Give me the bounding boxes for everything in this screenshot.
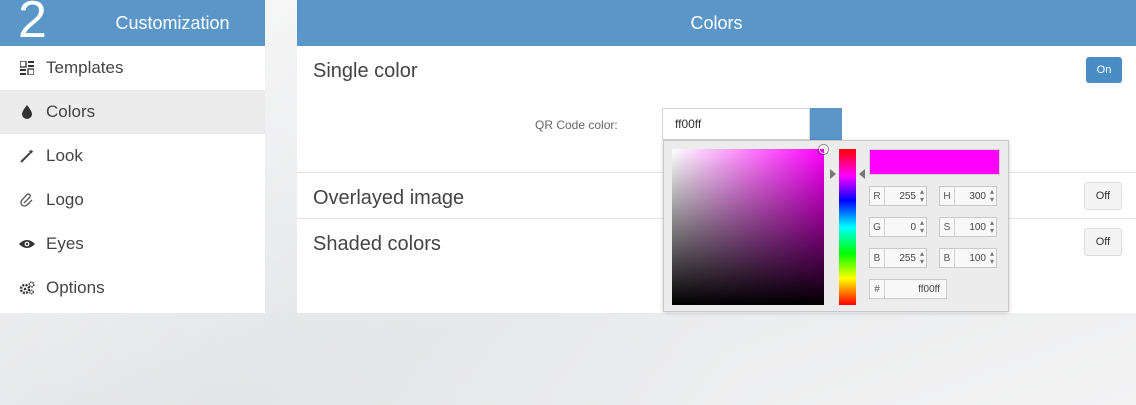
- green-stepper-icon[interactable]: ▴ ▾: [918, 219, 926, 235]
- shaded-colors-toggle[interactable]: Off: [1084, 228, 1122, 256]
- new-color-preview: [869, 149, 1000, 175]
- sv-handle[interactable]: [819, 145, 828, 154]
- saturation-stepper-icon[interactable]: ▴ ▾: [988, 219, 996, 235]
- hue-arrow-left-icon: [830, 169, 836, 179]
- sidebar-item-templates[interactable]: Templates: [0, 46, 265, 90]
- eye-icon: [18, 239, 36, 249]
- panel-header: Colors: [297, 0, 1136, 46]
- green-value: 0: [910, 221, 916, 233]
- brightness-label: B: [940, 249, 955, 267]
- hue-arrow-right-icon: [859, 169, 865, 179]
- hue-slider[interactable]: [839, 149, 856, 305]
- sidebar-item-label: Look: [46, 146, 83, 165]
- panel-title: Colors: [690, 12, 743, 33]
- red-value: 255: [899, 190, 916, 202]
- section-title-overlayed-image: Overlayed image: [313, 187, 465, 209]
- hex-label: #: [870, 280, 885, 298]
- paperclip-icon: [18, 193, 36, 207]
- sidebar-item-label: Options: [46, 278, 105, 297]
- blue-value: 255: [899, 252, 916, 264]
- droplet-icon: [18, 105, 36, 119]
- blue-stepper-icon[interactable]: ▴ ▾: [918, 250, 926, 266]
- gears-icon: [18, 281, 36, 295]
- sidebar-item-label: Templates: [46, 58, 124, 77]
- magic-wand-icon: [18, 148, 36, 164]
- brightness-stepper-icon[interactable]: ▴ ▾: [988, 250, 996, 266]
- sidebar-header: 2 Customization: [0, 0, 265, 46]
- blue-field[interactable]: B 255 ▴ ▾: [869, 248, 927, 268]
- hex-value: ff00ff: [918, 283, 940, 295]
- green-field[interactable]: G 0 ▴ ▾: [869, 217, 927, 237]
- hex-field[interactable]: # ff00ff: [869, 279, 947, 299]
- section-title-single-color: Single color: [313, 60, 418, 82]
- sidebar-item-eyes[interactable]: Eyes: [0, 222, 265, 266]
- red-field[interactable]: R 255 ▴ ▾: [869, 186, 927, 206]
- sidebar-item-label: Colors: [46, 102, 96, 121]
- hue-field[interactable]: H 300 ▴ ▾: [939, 186, 997, 206]
- sidebar-item-options[interactable]: Options: [0, 266, 265, 310]
- blue-label: B: [870, 249, 885, 267]
- sidebar-title: Customization: [115, 13, 230, 33]
- brightness-field[interactable]: B 100 ▴ ▾: [939, 248, 997, 268]
- sidebar-item-label: Logo: [46, 190, 84, 209]
- templates-grid-icon: [18, 61, 36, 75]
- saturation-field[interactable]: S 100 ▴ ▾: [939, 217, 997, 237]
- customization-sidebar: 2 Customization Templates Colors Look Lo…: [0, 0, 265, 313]
- qr-color-input[interactable]: ff00ff: [662, 108, 810, 140]
- sidebar-item-colors[interactable]: Colors: [0, 90, 265, 134]
- brightness-value: 100: [969, 252, 986, 264]
- saturation-value: 100: [969, 221, 986, 233]
- saturation-label: S: [940, 218, 955, 236]
- sidebar-item-look[interactable]: Look: [0, 134, 265, 178]
- sidebar-item-label: Eyes: [46, 234, 84, 253]
- color-picker-popup: R 255 ▴ ▾ H 300 ▴ ▾ G 0 ▴ ▾ S 100 ▴ ▾ B 255 …: [663, 140, 1009, 312]
- hue-stepper-icon[interactable]: ▴ ▾: [988, 188, 996, 204]
- sidebar-item-logo[interactable]: Logo: [0, 178, 265, 222]
- green-label: G: [870, 218, 885, 236]
- red-label: R: [870, 187, 885, 205]
- overlayed-image-toggle[interactable]: Off: [1084, 182, 1122, 210]
- hue-label: H: [940, 187, 955, 205]
- step-number: 2: [18, 0, 47, 49]
- hue-value: 300: [969, 190, 986, 202]
- section-title-shaded-colors: Shaded colors: [313, 233, 441, 255]
- qr-color-label: QR Code color:: [535, 118, 618, 132]
- red-stepper-icon[interactable]: ▴ ▾: [918, 188, 926, 204]
- qr-color-swatch-button[interactable]: [810, 108, 842, 140]
- saturation-value-field[interactable]: [672, 145, 828, 305]
- single-color-toggle[interactable]: On: [1086, 57, 1122, 83]
